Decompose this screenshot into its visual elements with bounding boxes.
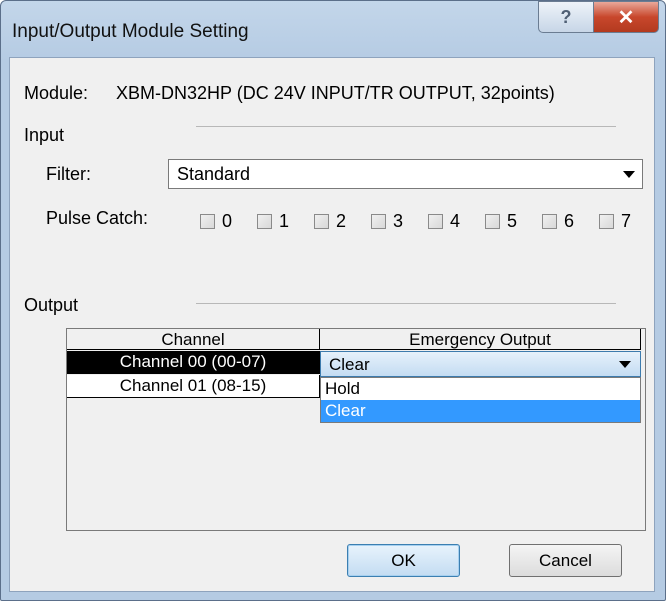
pulse-catch-label-3: 3	[393, 211, 404, 231]
pulse-catch-label-2: 2	[336, 211, 347, 231]
pulse-catch-label-0: 0	[222, 211, 233, 231]
module-value: XBM-DN32HP (DC 24V INPUT/TR OUTPUT, 32po…	[116, 83, 555, 103]
close-button[interactable]: ✕	[593, 1, 659, 33]
dropdown-option-clear[interactable]: Clear	[321, 400, 640, 422]
checkbox[interactable]	[371, 214, 386, 229]
table-row-channel-01[interactable]: Channel 01 (08-15)	[67, 375, 320, 398]
output-separator	[196, 303, 616, 304]
chevron-down-icon	[623, 171, 635, 178]
dropdown-option-hold[interactable]: Hold	[321, 378, 640, 400]
input-section-label: Input	[24, 125, 65, 145]
dialog-client-area: Module: XBM-DN32HP (DC 24V INPUT/TR OUTP…	[9, 57, 655, 592]
pulse-catch-3[interactable]: 3	[371, 211, 403, 232]
emergency-output-select[interactable]: Clear	[320, 351, 641, 377]
pulse-catch-2[interactable]: 2	[314, 211, 346, 232]
output-section-label: Output	[24, 295, 79, 315]
checkbox[interactable]	[314, 214, 329, 229]
pulse-catch-label-4: 4	[450, 211, 461, 231]
close-icon: ✕	[617, 6, 635, 29]
output-channel-grid: Channel Emergency Output Channel 00 (00-…	[66, 328, 646, 531]
checkbox[interactable]	[542, 214, 557, 229]
pulse-catch-4[interactable]: 4	[428, 211, 460, 232]
pulse-catch-label-6: 6	[564, 211, 575, 231]
emergency-output-value: Clear	[329, 355, 370, 374]
window-title: Input/Output Module Setting	[12, 21, 249, 42]
module-label: Module:	[24, 83, 89, 103]
pulse-catch-1[interactable]: 1	[257, 211, 289, 232]
checkbox[interactable]	[599, 214, 614, 229]
pulse-catch-7[interactable]: 7	[599, 211, 631, 232]
cancel-button[interactable]: Cancel	[509, 544, 622, 577]
checkbox[interactable]	[485, 214, 500, 229]
table-row-channel-00[interactable]: Channel 00 (00-07)	[67, 351, 320, 374]
pulse-catch-6[interactable]: 6	[542, 211, 574, 232]
ok-button[interactable]: OK	[347, 544, 460, 577]
title-bar[interactable]: Input/Output Module Setting ? ✕	[1, 1, 665, 57]
pulse-catch-0[interactable]: 0	[200, 211, 232, 232]
help-icon: ?	[560, 6, 572, 27]
pulse-catch-label: Pulse Catch:	[46, 208, 149, 228]
pulse-catch-label-5: 5	[507, 211, 518, 231]
chevron-down-icon	[619, 361, 631, 368]
checkbox[interactable]	[200, 214, 215, 229]
input-separator	[196, 126, 616, 127]
dialog-window: Input/Output Module Setting ? ✕ Module: …	[0, 0, 666, 601]
pulse-catch-label-1: 1	[279, 211, 290, 231]
checkbox[interactable]	[257, 214, 272, 229]
pulse-catch-5[interactable]: 5	[485, 211, 517, 232]
filter-label: Filter:	[46, 164, 91, 184]
column-header-emergency-output[interactable]: Emergency Output	[320, 329, 641, 350]
help-button[interactable]: ?	[538, 1, 594, 33]
filter-select-value: Standard	[177, 164, 251, 184]
checkbox[interactable]	[428, 214, 443, 229]
pulse-catch-label-7: 7	[621, 211, 632, 231]
emergency-output-dropdown: Hold Clear	[320, 377, 641, 423]
column-header-channel[interactable]: Channel	[67, 329, 320, 350]
filter-select[interactable]: Standard	[168, 159, 643, 189]
